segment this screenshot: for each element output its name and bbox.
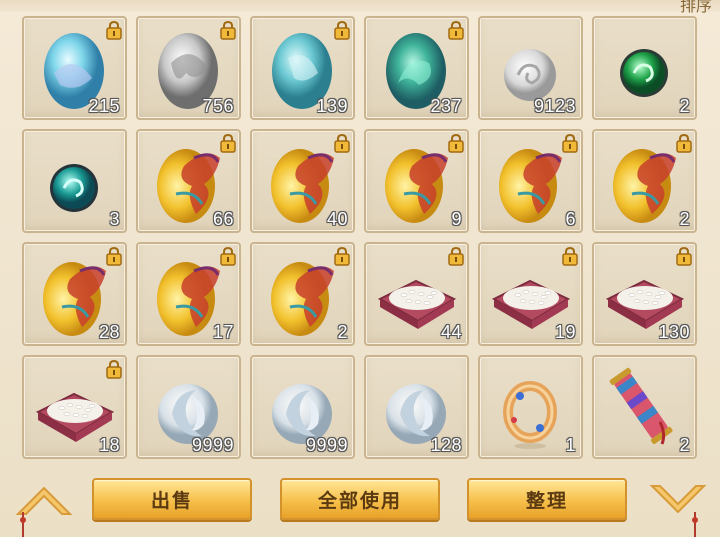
item-count: 756 — [202, 96, 234, 116]
lock-icon — [105, 20, 123, 40]
lock-icon — [219, 20, 237, 40]
header-label: 排序 — [679, 0, 712, 15]
inventory-slot[interactable]: 9999 — [136, 355, 241, 459]
use-all-button[interactable]: 全部使用 — [280, 478, 440, 520]
item-count: 130 — [658, 322, 690, 342]
lock-icon — [105, 359, 123, 379]
item-count: 44 — [440, 322, 462, 342]
lock-icon — [561, 246, 579, 266]
inventory-slot[interactable]: 1 — [478, 355, 583, 459]
inventory-slot[interactable]: 237 — [364, 16, 469, 120]
inventory-slot[interactable]: 2 — [250, 242, 355, 346]
item-count: 40 — [326, 209, 348, 229]
item-count: 3 — [109, 209, 120, 229]
top-strip: 排序 — [0, 0, 720, 15]
lock-icon — [675, 133, 693, 153]
inventory-slot[interactable]: 28 — [22, 242, 127, 346]
lock-icon — [333, 20, 351, 40]
item-count: 9999 — [305, 435, 348, 455]
item-count: 2 — [337, 322, 348, 342]
item-count: 17 — [212, 322, 234, 342]
lock-icon — [561, 133, 579, 153]
inventory-slot[interactable]: 19 — [478, 242, 583, 346]
inventory-panel: 排序 215 756 139 237 9123 2 3 66 40 9 6 2 28 17 2 44 19 130… — [0, 0, 720, 537]
inventory-slot[interactable]: 18 — [22, 355, 127, 459]
inventory-slot[interactable]: 215 — [22, 16, 127, 120]
inventory-slot[interactable]: 9123 — [478, 16, 583, 120]
lock-icon — [219, 133, 237, 153]
arrow-down-icon[interactable] — [646, 480, 710, 520]
item-count: 28 — [98, 322, 120, 342]
item-count: 237 — [430, 96, 462, 116]
inventory-slot[interactable]: 130 — [592, 242, 697, 346]
item-count: 2 — [679, 209, 690, 229]
item-count: 139 — [316, 96, 348, 116]
lock-icon — [447, 246, 465, 266]
lock-icon — [447, 20, 465, 40]
item-count: 19 — [554, 322, 576, 342]
inventory-slot[interactable]: 128 — [364, 355, 469, 459]
inventory-grid: 215 756 139 237 9123 2 3 66 40 9 6 2 28 17 2 44 19 130 18 9… — [22, 16, 697, 459]
item-count: 6 — [565, 209, 576, 229]
sell-button[interactable]: 出售 — [92, 478, 252, 520]
rope-left-decoration — [20, 512, 26, 537]
teal-orb-icon — [32, 136, 117, 226]
inventory-slot[interactable]: 9 — [364, 129, 469, 233]
inventory-slot[interactable]: 17 — [136, 242, 241, 346]
item-count: 128 — [430, 435, 462, 455]
inventory-slot[interactable]: 139 — [250, 16, 355, 120]
item-count: 66 — [212, 209, 234, 229]
inventory-slot[interactable]: 3 — [22, 129, 127, 233]
lock-icon — [333, 133, 351, 153]
item-count: 9123 — [533, 96, 576, 116]
inventory-slot[interactable]: 66 — [136, 129, 241, 233]
action-bar: 出售 全部使用 整理 — [0, 470, 720, 537]
sort-button[interactable]: 整理 — [467, 478, 627, 520]
lock-icon — [105, 246, 123, 266]
scroll-icon — [602, 362, 687, 452]
ring-icon — [488, 362, 573, 452]
inventory-slot[interactable]: 2 — [592, 129, 697, 233]
item-count: 9 — [451, 209, 462, 229]
lock-icon — [219, 246, 237, 266]
item-count: 18 — [98, 435, 120, 455]
inventory-slot[interactable]: 9999 — [250, 355, 355, 459]
inventory-slot[interactable]: 2 — [592, 16, 697, 120]
inventory-slot[interactable]: 44 — [364, 242, 469, 346]
green-orb-icon — [602, 23, 687, 113]
item-count: 215 — [88, 96, 120, 116]
lock-icon — [447, 133, 465, 153]
item-count: 1 — [565, 435, 576, 455]
rope-right-decoration — [692, 512, 698, 537]
item-count: 2 — [679, 96, 690, 116]
inventory-slot[interactable]: 2 — [592, 355, 697, 459]
lock-icon — [333, 246, 351, 266]
inventory-slot[interactable]: 6 — [478, 129, 583, 233]
inventory-slot[interactable]: 756 — [136, 16, 241, 120]
inventory-slot[interactable]: 40 — [250, 129, 355, 233]
lock-icon — [675, 246, 693, 266]
item-count: 2 — [679, 435, 690, 455]
item-count: 9999 — [191, 435, 234, 455]
